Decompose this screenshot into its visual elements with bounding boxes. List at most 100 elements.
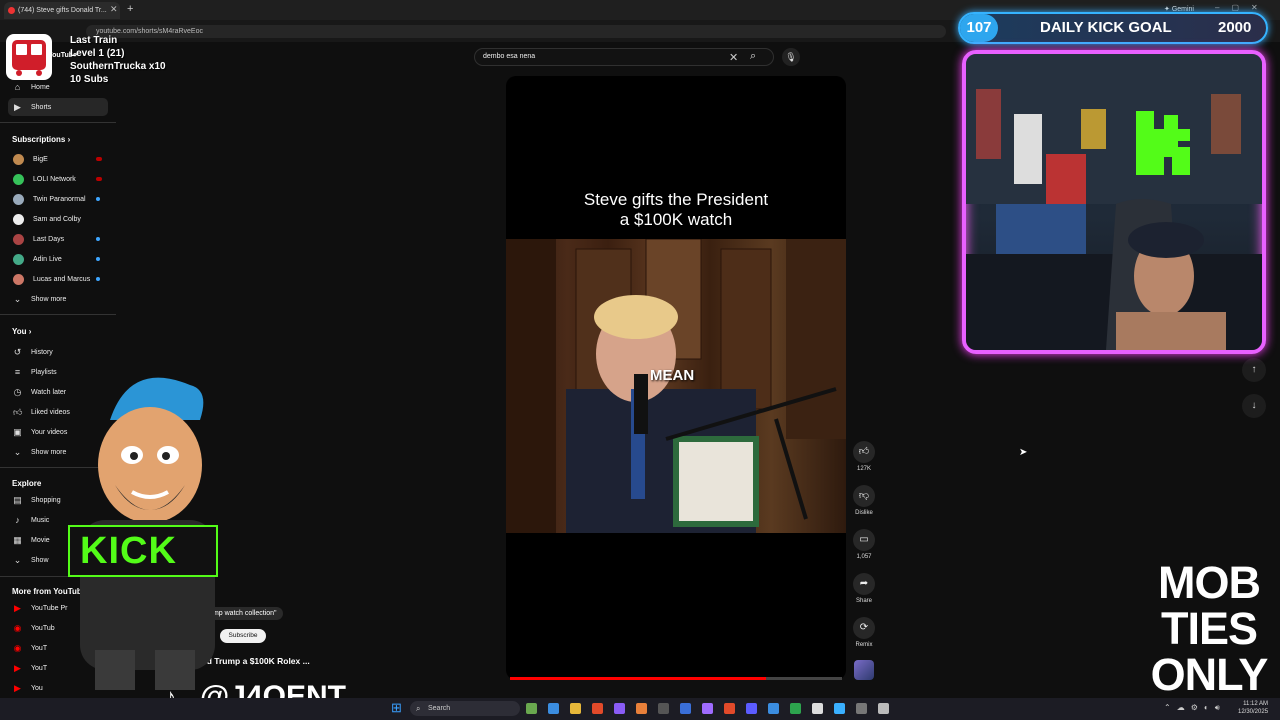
- taskbar-app-icon[interactable]: [856, 703, 867, 714]
- taskbar-app-icon[interactable]: [614, 703, 625, 714]
- share-icon: ➦: [853, 573, 875, 595]
- youtube-kids-icon: ▶: [14, 662, 21, 673]
- subscription-item[interactable]: Adin Live: [8, 250, 108, 268]
- like-button[interactable]: 👍︎ 127K: [852, 441, 876, 472]
- history-icon: ↺: [13, 346, 22, 357]
- bus-icon: [12, 40, 46, 76]
- comments-button[interactable]: ▭ 1,057: [852, 529, 876, 560]
- youtube-music-icon: ◉: [13, 642, 22, 653]
- subscription-label: LOLI Network: [33, 175, 76, 183]
- home-icon: ⌂: [14, 81, 21, 92]
- taskbar-app-icon[interactable]: [746, 703, 757, 714]
- shopping-bag-icon: ▤: [13, 494, 22, 505]
- you-heading[interactable]: You ›: [12, 327, 31, 336]
- taskbar-app-icon[interactable]: [548, 703, 559, 714]
- video-icon: ▣: [13, 426, 22, 437]
- new-tab-icon[interactable]: +: [127, 3, 133, 15]
- remix-button[interactable]: ⟳ Remix: [852, 617, 876, 648]
- subscription-label: Sam and Colby: [33, 215, 81, 223]
- channel-avatar: [13, 253, 24, 265]
- goal-target: 2000: [1218, 19, 1252, 36]
- divider: [0, 122, 116, 123]
- channel-avatar: [13, 213, 24, 225]
- explore-heading: Explore: [12, 479, 42, 488]
- channel-avatar: [13, 153, 24, 165]
- new-content-dot-icon: [96, 257, 100, 261]
- video-frame: [506, 239, 846, 533]
- goal-title: DAILY KICK GOAL: [1040, 19, 1172, 36]
- taskbar-app-icon[interactable]: [834, 703, 845, 714]
- channel-avatar: [13, 233, 24, 245]
- subscriptions-heading[interactable]: Subscriptions ›: [12, 135, 70, 144]
- taskbar-app-icon[interactable]: [570, 703, 581, 714]
- taskbar-app-icon[interactable]: [768, 703, 779, 714]
- subscription-item[interactable]: LOLI Network: [8, 170, 108, 188]
- arrow-up-icon: ↑: [1251, 364, 1257, 375]
- channel-avatar: [13, 273, 24, 285]
- search-icon[interactable]: ⌕: [750, 50, 756, 63]
- subscription-item[interactable]: Twin Paranormal: [8, 190, 108, 208]
- channel-avatar: [13, 193, 24, 205]
- window-controls[interactable]: –▢✕: [1215, 3, 1270, 12]
- youtube-favicon-icon: [8, 7, 15, 14]
- subscription-item[interactable]: Lucas and Marcus: [8, 270, 108, 288]
- sidebar-item-shorts[interactable]: ▶ Shorts: [8, 98, 108, 116]
- taskbar-app-icon[interactable]: [724, 703, 735, 714]
- taskbar-search[interactable]: ⌕ Search: [410, 701, 520, 716]
- film-icon: ▦: [13, 534, 22, 545]
- live-indicator-icon: [96, 157, 102, 161]
- channel-avatar: [13, 173, 24, 185]
- share-button[interactable]: ➦ Share: [852, 573, 876, 604]
- sound-thumbnail[interactable]: [854, 660, 874, 680]
- tab-title: (744) Steve gifts Donald Tr...: [18, 7, 107, 14]
- divider: [0, 314, 116, 315]
- video-progress-fill: [510, 677, 766, 680]
- remix-icon: ⟳: [853, 617, 875, 639]
- thumbs-down-icon: 👎︎: [853, 485, 875, 507]
- subscription-label: Last Days: [33, 235, 65, 243]
- taskbar-app-icon[interactable]: [790, 703, 801, 714]
- chevron-down-icon: ⌄: [13, 554, 22, 565]
- taskbar-app-icon[interactable]: [526, 703, 537, 714]
- tab-close-icon[interactable]: ✕: [110, 4, 118, 15]
- taskbar-app-icon[interactable]: [658, 703, 669, 714]
- video-subtitle: MEAN: [650, 367, 695, 384]
- kick-banner-text: KICK: [80, 530, 177, 572]
- sidebar-item-history[interactable]: ↺ History: [8, 343, 108, 361]
- taskbar-app-icon[interactable]: [636, 703, 647, 714]
- webcam-scene: [966, 54, 1262, 350]
- subscription-item[interactable]: BigE: [8, 150, 108, 168]
- clear-search-icon[interactable]: ✕: [729, 51, 738, 64]
- subscriptions-show-more[interactable]: ⌄ Show more: [8, 290, 108, 308]
- playlists-icon: ≡: [14, 366, 21, 377]
- subscription-label: BigE: [33, 155, 48, 163]
- new-content-dot-icon: [96, 237, 100, 241]
- taskbar-app-icon[interactable]: [878, 703, 889, 714]
- live-indicator-icon: [96, 177, 102, 181]
- windows-start-icon[interactable]: ⊞: [391, 701, 402, 715]
- train-logo: [6, 34, 52, 80]
- new-content-dot-icon: [96, 277, 100, 281]
- url-field[interactable]: youtube.com/shorts/sM4raRveEoc: [86, 25, 946, 38]
- dislike-button[interactable]: 👎︎ Dislike: [852, 485, 876, 516]
- short-caption: Steve gifts the President a $100K watch: [583, 190, 769, 229]
- mouse-cursor-icon: ➤: [1019, 447, 1028, 458]
- subscription-label: Twin Paranormal: [33, 195, 86, 203]
- taskbar-clock[interactable]: 11:12 AM 12/30/2025: [1238, 700, 1268, 716]
- taskbar-app-icon[interactable]: [592, 703, 603, 714]
- chevron-down-icon: ⌄: [13, 293, 22, 304]
- subscription-item[interactable]: Last Days: [8, 230, 108, 248]
- system-tray-icons[interactable]: ⌃☁⚙◐🔊︎: [1164, 703, 1226, 713]
- subscription-item[interactable]: Sam and Colby: [8, 210, 108, 228]
- arrow-down-icon: ↓: [1251, 400, 1257, 411]
- comment-icon: ▭: [853, 529, 875, 551]
- taskbar-app-icon[interactable]: [812, 703, 823, 714]
- music-note-icon: ♪: [15, 514, 20, 525]
- youtube-premium-icon: ▶: [14, 602, 21, 613]
- microphone-icon[interactable]: 🎙︎: [782, 48, 800, 66]
- taskbar-app-icon[interactable]: [702, 703, 713, 714]
- taskbar-app-icon[interactable]: [680, 703, 691, 714]
- browser-tab[interactable]: (744) Steve gifts Donald Tr...: [4, 2, 120, 19]
- previous-short-button[interactable]: ↑: [1242, 358, 1266, 382]
- next-short-button[interactable]: ↓: [1242, 394, 1266, 418]
